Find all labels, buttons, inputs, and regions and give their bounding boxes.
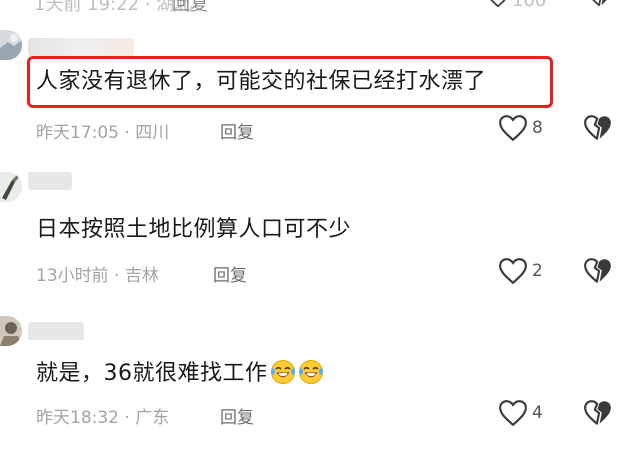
comment-text: 人家没有退休了，可能交的社保已经打水漂了 [36, 69, 487, 94]
like-count: 8 [532, 118, 543, 138]
username[interactable] [28, 38, 134, 56]
username[interactable] [28, 322, 84, 340]
comment-item: 人家没有退休了，可能交的社保已经打水漂了 昨天17:05 · 四川 回复 8 [0, 0, 640, 160]
broken-heart-icon[interactable] [583, 257, 613, 285]
comment-time: 13小时前 [36, 266, 109, 286]
broken-heart-icon[interactable] [583, 114, 613, 142]
comment-list: 1天前 19:22 · 湖北 回复 100 人家没有退休了，可能交的社保已经打水… [0, 0, 640, 456]
heart-outline-icon[interactable] [498, 257, 528, 285]
comment-item: 日本按照土地比例算人口可不少 13小时前 · 吉林 回复 2 [0, 160, 640, 300]
comment-meta: 昨天18:32 · 广东 [36, 408, 170, 428]
avatar-image [0, 30, 22, 60]
avatar[interactable] [0, 172, 22, 202]
like-count: 4 [532, 403, 543, 423]
comment-item: 就是，36就很难找工作 昨天18:32 · 广东 回复 4 [0, 300, 640, 456]
like-count: 2 [532, 261, 543, 281]
comment-meta: 昨天17:05 · 四川 [36, 123, 170, 143]
avatar-image [0, 172, 22, 202]
comment-location: 吉林 [124, 266, 159, 286]
comment-text-body: 就是，36就很难找工作 [36, 361, 268, 386]
avatar[interactable] [0, 316, 22, 346]
comment-meta: 13小时前 · 吉林 [36, 266, 159, 286]
reply-button[interactable]: 回复 [213, 261, 247, 286]
comment-text: 日本按照土地比例算人口可不少 [36, 217, 352, 242]
comment-time: 昨天18:32 [36, 408, 119, 428]
username[interactable] [28, 172, 72, 190]
reply-button[interactable]: 回复 [220, 118, 254, 143]
comment-location: 广东 [135, 408, 170, 428]
heart-outline-icon[interactable] [498, 399, 528, 427]
comment-time: 昨天17:05 [36, 123, 119, 143]
laughing-crying-emoji-icon [298, 360, 323, 384]
heart-outline-icon[interactable] [498, 114, 528, 142]
comment-location: 四川 [135, 123, 170, 143]
broken-heart-icon[interactable] [583, 399, 613, 427]
avatar[interactable] [0, 30, 22, 60]
reply-button[interactable]: 回复 [220, 403, 254, 428]
comment-text: 就是，36就很难找工作 [36, 359, 324, 389]
avatar-image [0, 316, 22, 346]
laughing-crying-emoji-icon [270, 360, 295, 384]
